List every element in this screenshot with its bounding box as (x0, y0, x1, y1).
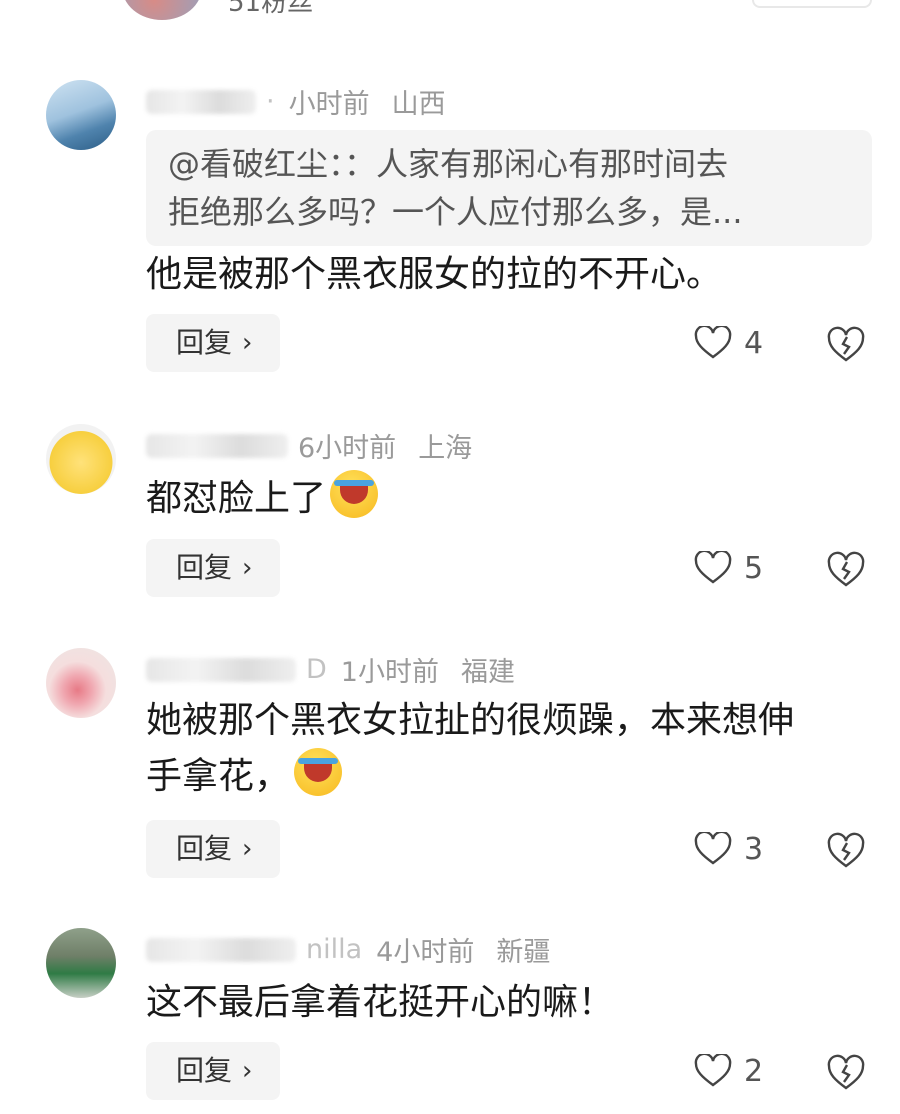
reply-label: 回复 (176, 1054, 233, 1087)
like-count: 3 (744, 831, 764, 867)
username[interactable] (146, 433, 288, 458)
avatar[interactable] (46, 80, 116, 150)
quote-line: @看破红尘：：人家有那闲心有那时间去 (168, 145, 729, 183)
comment-location: 福建 (460, 657, 515, 688)
avatar[interactable] (46, 424, 116, 494)
reply-button[interactable]: 回复 › (146, 1042, 280, 1100)
comment-time: 6小时前 (298, 433, 397, 464)
like-count: 2 (744, 1053, 764, 1089)
comment-time: 小时前 (288, 89, 370, 120)
comment-text: 他是被那个黑衣服女的拉的不开心。 (146, 254, 723, 295)
username[interactable] (146, 937, 296, 962)
comment-text-line: 她被那个黑衣女拉扯的很烦躁，本来想伸 (146, 700, 795, 741)
quoted-reply[interactable]: @看破红尘：：人家有那闲心有那时间去 拒绝那么多吗？一个人应付那么多，是... (146, 130, 872, 246)
username-partial: · (266, 86, 275, 117)
comment-text: 都怼脸上了 (146, 470, 866, 526)
like-button[interactable]: 3 (694, 829, 763, 869)
broken-heart-icon[interactable] (826, 831, 866, 871)
follow-button[interactable] (752, 0, 872, 8)
comment-meta: 6小时前 上海 (146, 426, 472, 465)
heart-outline-icon (694, 551, 732, 584)
reply-button[interactable]: 回复 › (146, 539, 280, 597)
username-partial: D (306, 654, 327, 685)
comment-text-content: 手拿花， (146, 756, 291, 797)
chevron-right-icon: › (242, 834, 253, 864)
heart-outline-icon (694, 1054, 732, 1087)
reply-label: 回复 (176, 551, 233, 584)
heart-outline-icon (694, 326, 732, 359)
broken-heart-icon[interactable] (826, 550, 866, 590)
laughing-crying-emoji-icon (294, 748, 343, 796)
comment-text-line-2: 手拿花， (146, 748, 876, 804)
comment-location: 新疆 (496, 937, 551, 968)
reply-label: 回复 (176, 832, 233, 865)
fans-count: 51粉丝 (228, 0, 314, 18)
like-count: 4 (744, 325, 764, 361)
username[interactable] (146, 89, 256, 114)
like-count: 5 (744, 550, 764, 586)
like-button[interactable]: 2 (694, 1051, 763, 1091)
comment-time: 4小时前 (376, 937, 475, 968)
comment-meta: D 1小时前 福建 (146, 650, 515, 689)
like-button[interactable]: 4 (694, 323, 763, 363)
comment-meta: nilla 4小时前 新疆 (146, 930, 550, 969)
comment-text: 她被那个黑衣女拉扯的很烦躁，本来想伸 手拿花， (146, 694, 876, 804)
username-partial: nilla (306, 934, 363, 965)
avatar[interactable] (46, 648, 116, 718)
quote-line: 拒绝那么多吗？一个人应付那么多，是... (168, 193, 743, 231)
broken-heart-icon[interactable] (826, 325, 866, 365)
like-button[interactable]: 5 (694, 548, 763, 588)
laughing-crying-emoji-icon (330, 470, 379, 518)
chevron-right-icon: › (242, 1056, 253, 1086)
comment-meta: · 小时前 山西 (146, 82, 446, 121)
comment-location: 山西 (391, 89, 446, 120)
reply-button[interactable]: 回复 › (146, 314, 280, 372)
comment-text-content: 都怼脸上了 (146, 478, 327, 519)
username[interactable] (146, 657, 296, 682)
comment-text: 这不最后拿着花挺开心的嘛！ (146, 982, 615, 1023)
comment-time: 1小时前 (340, 657, 439, 688)
comment-location: 上海 (418, 433, 473, 464)
broken-heart-icon[interactable] (826, 1053, 866, 1093)
chevron-right-icon: › (242, 553, 253, 583)
author-avatar[interactable] (122, 0, 202, 20)
reply-label: 回复 (176, 326, 233, 359)
avatar[interactable] (46, 928, 116, 998)
heart-outline-icon (694, 832, 732, 865)
chevron-right-icon: › (242, 328, 253, 358)
reply-button[interactable]: 回复 › (146, 820, 280, 878)
